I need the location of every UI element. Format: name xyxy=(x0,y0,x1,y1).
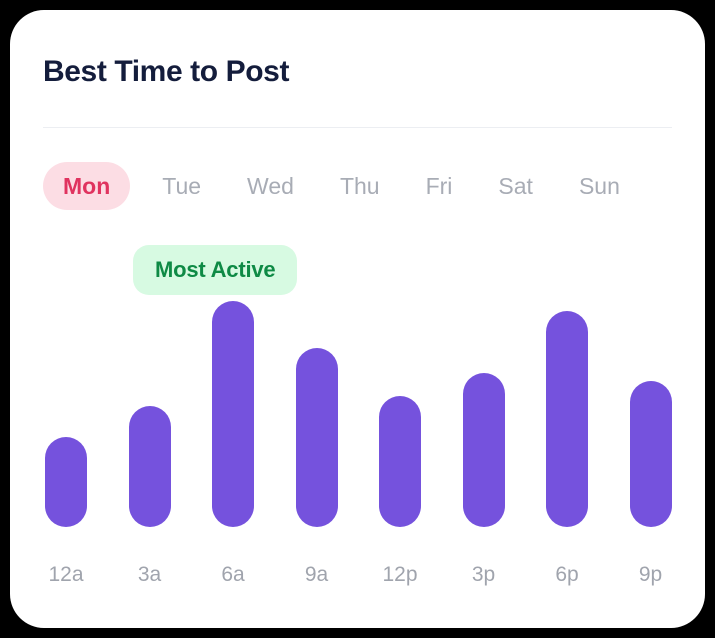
best-time-to-post-card: Best Time to Post Mon Tue Wed Thu Fri Sat Sun … xyxy=(10,10,705,628)
x-axis-label-9p: 9p xyxy=(638,563,663,586)
x-axis-label-3a: 3a xyxy=(137,563,162,586)
bar-12a[interactable] xyxy=(45,437,87,527)
x-axis-label-9a: 9a xyxy=(304,563,329,586)
x-axis-label-12a: 12a xyxy=(48,563,84,586)
bar-6p[interactable] xyxy=(546,311,588,527)
bar-3a[interactable] xyxy=(128,406,171,527)
bar-3p[interactable] xyxy=(462,373,505,527)
x-axis-label-3p: 3p xyxy=(471,563,496,586)
bar-12p[interactable] xyxy=(379,396,421,527)
bar-9a[interactable] xyxy=(295,348,338,527)
bar-9p[interactable] xyxy=(629,381,672,527)
screen: Best Time to Post Mon Tue Wed Thu Fri Sat Sun … xyxy=(0,0,715,638)
x-axis-label-6p: 6p xyxy=(555,563,579,586)
x-axis-label-6a: 6a xyxy=(221,563,245,586)
activity-bar-chart: 12a 3a 6a 9a 12p 3p 6p 9p xyxy=(10,10,705,628)
x-axis-label-12p: 12p xyxy=(382,563,418,586)
bar-6a[interactable] xyxy=(212,301,254,527)
